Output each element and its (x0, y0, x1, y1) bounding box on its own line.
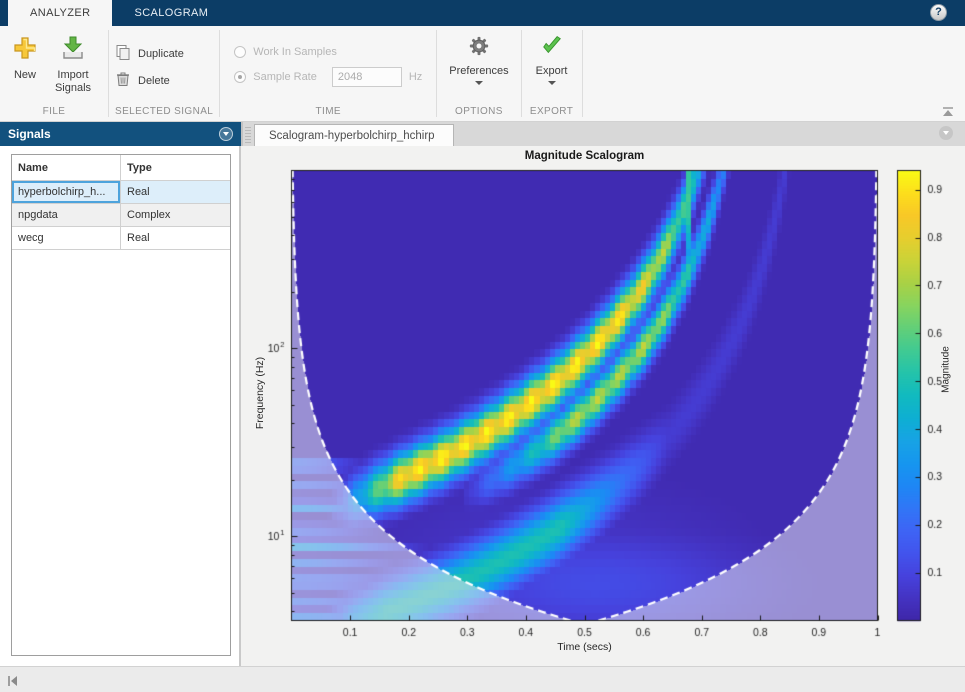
wavelet-analyzer-app: ANALYZER SCALOGRAM ? New Import Signals (0, 0, 965, 692)
new-button[interactable]: New (7, 32, 43, 85)
preferences-label: Preferences (449, 65, 508, 78)
section-export: Export EXPORT (522, 26, 582, 121)
chevron-down-icon (475, 81, 483, 85)
duplicate-button[interactable]: Duplicate (115, 44, 184, 63)
panel-header-row: Signals Scalogram-hyperbolchirp_hchirp (0, 122, 965, 146)
ribbon-toolbar: New Import Signals FILE (0, 26, 965, 122)
signal-type-cell[interactable]: Complex (121, 204, 230, 226)
help-icon[interactable]: ? (930, 4, 947, 21)
gear-icon (468, 35, 490, 62)
sample-rate-radio[interactable]: Sample Rate Hz (234, 67, 422, 87)
section-file: New Import Signals FILE (0, 26, 108, 121)
ribbon-divider (582, 30, 583, 117)
duplicate-label: Duplicate (138, 48, 184, 60)
preferences-button[interactable]: Preferences (444, 32, 513, 88)
table-header-row: Name Type (12, 155, 230, 181)
delete-label: Delete (138, 75, 170, 87)
sample-rate-input[interactable] (332, 67, 402, 87)
chevron-down-icon (548, 81, 556, 85)
work-in-samples-radio[interactable]: Work In Samples (234, 46, 422, 58)
table-row[interactable]: wecg Real (12, 227, 230, 250)
signal-type-cell[interactable]: Real (121, 227, 230, 249)
tab-analyzer[interactable]: ANALYZER (8, 0, 112, 26)
section-label-file: FILE (6, 104, 102, 121)
signals-collapse-icon[interactable] (219, 127, 233, 141)
signals-table: Name Type hyperbolchirp_h... Real npgdat… (11, 154, 231, 656)
section-label-export: EXPORT (528, 104, 576, 121)
document-collapse-icon[interactable] (939, 126, 953, 140)
signal-name-cell[interactable]: hyperbolchirp_h... (12, 181, 121, 203)
x-axis-label: Time (secs) (292, 641, 877, 653)
delete-button[interactable]: Delete (115, 71, 184, 90)
signal-name-cell[interactable]: npgdata (12, 204, 121, 226)
radio-selected-icon (234, 71, 246, 83)
export-button[interactable]: Export (531, 32, 573, 88)
section-time: Work In Samples Sample Rate Hz TIME (220, 26, 436, 121)
sample-rate-unit: Hz (409, 71, 422, 83)
radio-icon (234, 46, 246, 58)
check-icon (541, 35, 563, 62)
plus-icon (12, 35, 38, 66)
signals-panel-header: Signals (0, 122, 241, 146)
table-row[interactable]: npgdata Complex (12, 204, 230, 227)
duplicate-icon (115, 44, 131, 63)
signal-name-cell[interactable]: wecg (12, 227, 121, 249)
import-signals-button[interactable]: Import Signals (45, 32, 101, 98)
scalogram-plot-panel: Magnitude Scalogram Time (secs) Frequenc… (241, 146, 965, 666)
section-selected-signal: Duplicate Delete SELECTED SIGNAL (109, 26, 219, 121)
section-label-time: TIME (226, 104, 430, 121)
ribbon-tab-bar: ANALYZER SCALOGRAM ? (0, 0, 965, 26)
table-row[interactable]: hyperbolchirp_h... Real (12, 181, 230, 204)
trash-icon (115, 71, 131, 90)
signals-panel-title: Signals (8, 127, 51, 141)
section-options: Preferences OPTIONS (437, 26, 520, 121)
column-header-name[interactable]: Name (12, 155, 121, 180)
work-in-samples-label: Work In Samples (253, 46, 337, 58)
tab-scalogram[interactable]: SCALOGRAM (112, 0, 230, 26)
signals-panel: Name Type hyperbolchirp_h... Real npgdat… (0, 146, 241, 666)
export-label: Export (536, 65, 568, 78)
plot-title: Magnitude Scalogram (292, 150, 877, 162)
import-signals-label: Import Signals (50, 69, 96, 95)
colorbar-label: Magnitude (941, 315, 952, 425)
document-tab-bar: Scalogram-hyperbolchirp_hchirp (241, 122, 965, 146)
y-axis-label: Frequency (Hz) (254, 338, 266, 448)
sample-rate-label: Sample Rate (253, 71, 317, 83)
drag-grip-icon (245, 127, 251, 143)
status-bar (0, 666, 965, 692)
section-label-selected-signal: SELECTED SIGNAL (115, 104, 213, 121)
scalogram-plot[interactable] (241, 146, 964, 664)
new-button-label: New (14, 69, 36, 82)
section-label-options: OPTIONS (443, 104, 514, 121)
tab-scalogram-document[interactable]: Scalogram-hyperbolchirp_hchirp (254, 124, 454, 146)
collapse-ribbon-icon[interactable] (941, 105, 955, 117)
minimize-left-panel-icon[interactable] (6, 674, 20, 686)
import-icon (60, 35, 86, 66)
signal-type-cell[interactable]: Real (121, 181, 230, 203)
column-header-type[interactable]: Type (121, 155, 230, 180)
